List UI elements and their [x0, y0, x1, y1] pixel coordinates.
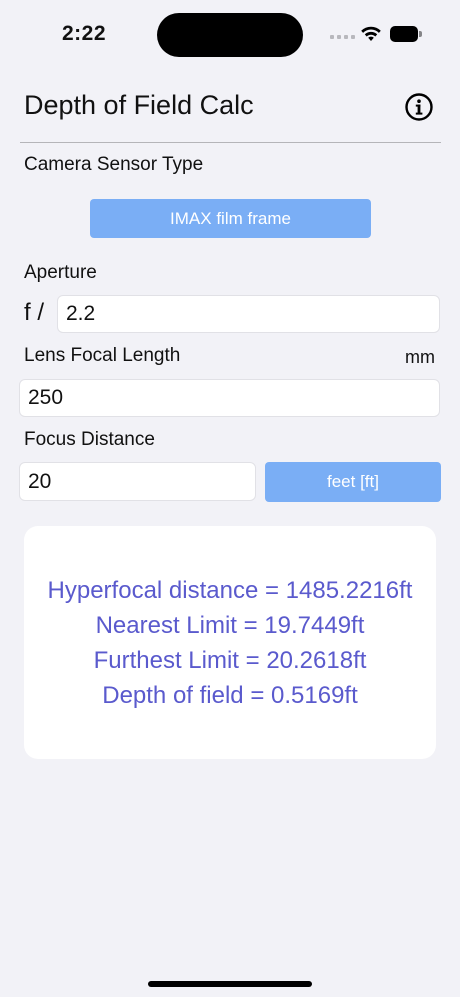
info-circle-icon[interactable]: [404, 92, 434, 122]
cellular-signal-icon: [330, 35, 355, 39]
nearest-limit-result: Nearest Limit = 19.7449ft: [95, 611, 365, 639]
focal-length-input[interactable]: 250: [19, 379, 440, 417]
sensor-type-label: Camera Sensor Type: [24, 154, 204, 175]
distance-unit-button[interactable]: feet [ft]: [265, 462, 441, 502]
status-time: 2:22: [62, 22, 107, 45]
wifi-icon: [361, 26, 381, 41]
aperture-input[interactable]: 2.2: [57, 295, 440, 333]
depth-of-field-result: Depth of field = 0.5169ft: [102, 681, 358, 709]
status-bar: 2:22: [0, 0, 460, 70]
furthest-limit-result: Furthest Limit = 20.2618ft: [93, 646, 367, 674]
dynamic-island: [157, 13, 303, 57]
f-stop-prefix: f /: [24, 299, 45, 326]
focal-length-label: Lens Focal Length: [24, 345, 181, 366]
focus-distance-input[interactable]: 20: [19, 462, 256, 501]
title-divider: [20, 142, 441, 143]
hyperfocal-result: Hyperfocal distance = 1485.2216ft: [47, 576, 413, 604]
focus-distance-label: Focus Distance: [24, 429, 155, 450]
page-title: Depth of Field Calc: [24, 90, 254, 120]
battery-icon: [390, 26, 422, 42]
focal-length-unit: mm: [405, 347, 435, 367]
results-panel: Hyperfocal distance = 1485.2216ft Neares…: [24, 526, 436, 759]
aperture-label: Aperture: [24, 262, 97, 283]
home-indicator[interactable]: [148, 981, 312, 987]
sensor-type-button[interactable]: IMAX film frame: [90, 199, 371, 238]
